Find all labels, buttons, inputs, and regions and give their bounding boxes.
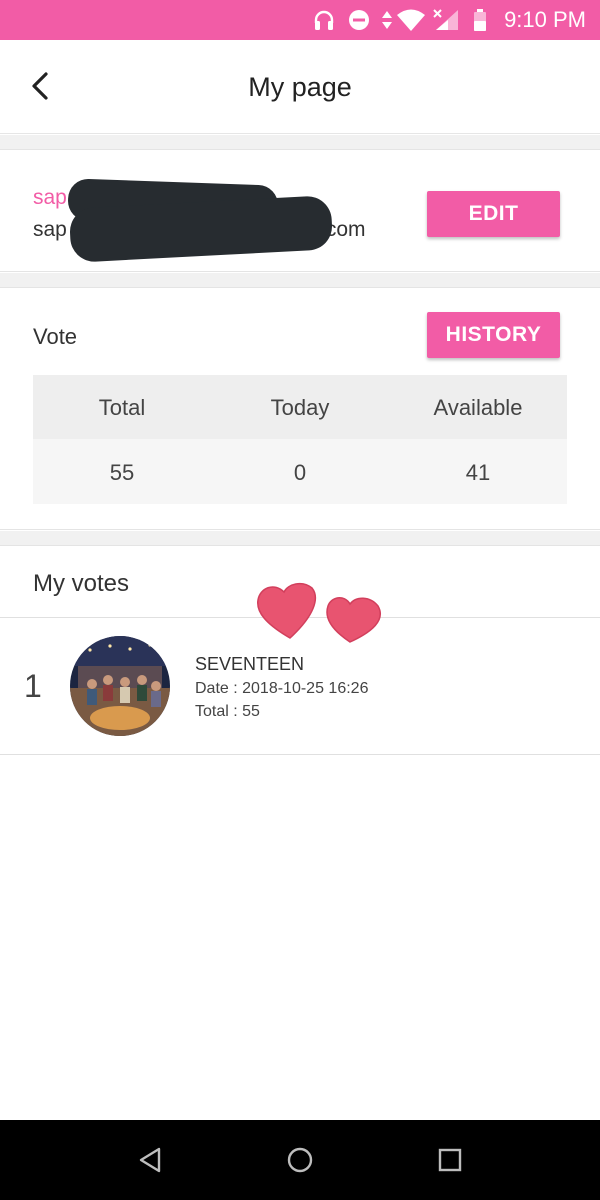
vote-total: Total : 55 bbox=[195, 703, 260, 720]
section-divider bbox=[0, 531, 600, 545]
recents-square-icon[interactable] bbox=[430, 1140, 470, 1180]
history-button[interactable]: HISTORY bbox=[427, 312, 560, 358]
my-votes-title: My votes bbox=[33, 570, 130, 597]
cell-signal-icon bbox=[433, 9, 458, 30]
stats-value-row: 55 0 41 bbox=[33, 439, 567, 504]
home-circle-icon[interactable] bbox=[280, 1140, 320, 1180]
stats-header-today: Today bbox=[270, 395, 330, 420]
status-time: 9:10 PM bbox=[504, 7, 586, 32]
headphones-icon bbox=[314, 10, 334, 30]
page-title: My page bbox=[248, 72, 352, 102]
do-not-disturb-icon bbox=[349, 10, 369, 30]
status-bar: 9:10 PM bbox=[0, 0, 600, 40]
stats-header-row: Total Today Available bbox=[33, 375, 567, 439]
user-email-prefix: sap bbox=[33, 218, 67, 241]
app-bar: My page bbox=[0, 40, 600, 134]
battery-icon bbox=[474, 9, 486, 31]
stats-header-total: Total bbox=[98, 395, 146, 420]
section-divider bbox=[0, 135, 600, 149]
artist-avatar bbox=[70, 636, 170, 736]
vote-label: Vote bbox=[33, 324, 78, 349]
section-divider bbox=[0, 273, 600, 287]
wifi-icon bbox=[397, 9, 425, 31]
system-nav-bar bbox=[0, 1120, 600, 1200]
heart-icon bbox=[326, 597, 381, 643]
stats-header-available: Available bbox=[433, 395, 523, 420]
stats-value-today: 0 bbox=[293, 460, 307, 485]
edit-button[interactable]: EDIT bbox=[427, 191, 560, 237]
vote-stats-table: Total Today Available 55 0 41 bbox=[33, 375, 567, 504]
data-arrows-icon bbox=[382, 11, 392, 29]
heart-stickers bbox=[257, 582, 381, 643]
heart-icon bbox=[257, 582, 316, 639]
stats-value-total: 55 bbox=[109, 460, 135, 485]
vote-date: Date : 2018-10-25 16:26 bbox=[195, 680, 369, 697]
stats-value-available: 41 bbox=[465, 460, 491, 485]
profile-card: sap sap .com EDIT bbox=[0, 149, 600, 272]
artist-name: SEVENTEEN bbox=[195, 654, 305, 674]
vote-card: Vote HISTORY Total Today Available 55 0 … bbox=[0, 287, 600, 530]
back-triangle-icon[interactable] bbox=[130, 1140, 170, 1180]
vote-rank: 1 bbox=[24, 668, 42, 704]
user-name: sap bbox=[33, 186, 67, 209]
